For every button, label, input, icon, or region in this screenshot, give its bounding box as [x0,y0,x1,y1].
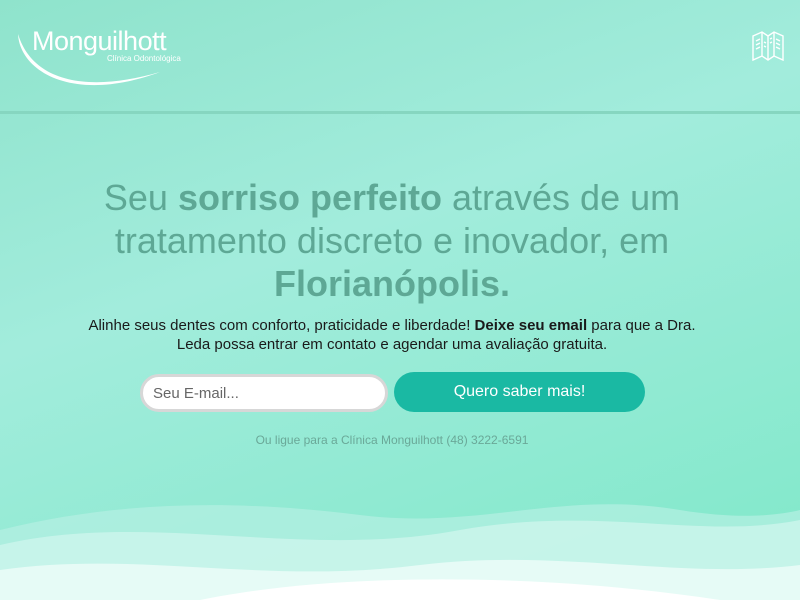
map-guide-icon[interactable] [751,30,785,62]
logo-name: Monguilhott [32,26,167,56]
site-header: Monguilhott Clínica Odontológica [0,0,800,114]
logo-subtitle: Clínica Odontológica [107,54,181,63]
email-input[interactable] [140,374,388,412]
hero-subtext: Alinhe seus dentes com conforto, pratici… [88,316,696,354]
submit-button[interactable]: Quero saber mais! [394,372,645,412]
subtext-text: Alinhe seus dentes com conforto, pratici… [88,317,475,334]
phone-contact-note: Ou ligue para a Clínica Monguilhott (48)… [255,433,529,447]
subtext-emphasis: Deixe seu email [474,317,588,334]
headline-city: Florianópolis. [273,263,510,304]
headline-emphasis: sorriso perfeito [177,177,442,218]
hero-headline: Seu sorriso perfeito através de um trata… [80,176,704,305]
decorative-waves [0,504,800,600]
headline-text: Seu [103,177,178,218]
clinic-logo[interactable]: Monguilhott Clínica Odontológica [14,26,194,98]
